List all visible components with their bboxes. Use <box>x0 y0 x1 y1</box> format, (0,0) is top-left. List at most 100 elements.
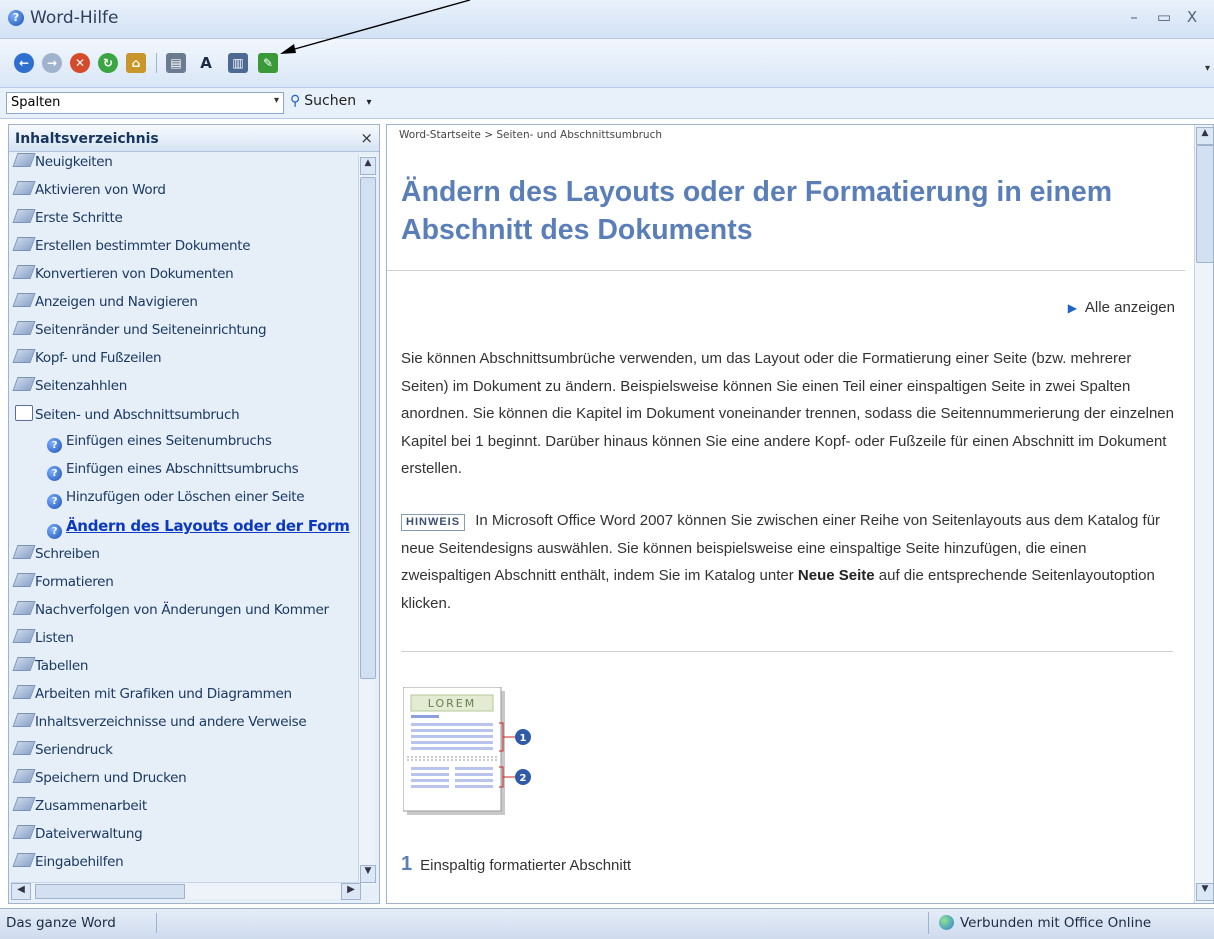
toc-chapter[interactable]: Tabellen <box>12 657 89 683</box>
toc-subtopic[interactable]: ? Ändern des Layouts oder der Form <box>47 517 350 543</box>
toc-chapter[interactable]: Seitenränder und Seiteneinrichtung <box>12 321 267 347</box>
toc-chapter[interactable]: Listen <box>12 629 74 655</box>
back-icon[interactable]: ← <box>14 53 34 73</box>
toc-chapter[interactable]: Seitenzahhlen <box>12 377 127 403</box>
toc-chapter[interactable]: Nachverfolgen von Änderungen und Kommer <box>12 601 329 627</box>
book-icon <box>12 293 36 307</box>
connection-status[interactable]: Verbunden mit Office Online <box>928 912 1211 934</box>
stop-icon[interactable]: ✕ <box>70 53 90 73</box>
pin-icon[interactable]: ✎ <box>258 53 278 73</box>
toc-vertical-scrollbar[interactable]: ▲ ▼ <box>358 155 376 885</box>
magnifier-icon: ⚲ <box>290 93 301 109</box>
scroll-thumb[interactable] <box>1196 145 1214 263</box>
layout-diagram-image: LOREM 1 2 <box>403 687 531 815</box>
callout-1: 1 <box>520 733 527 744</box>
callout-2: 2 <box>520 773 527 784</box>
maximize-button[interactable]: ▭ <box>1154 8 1174 26</box>
toc-chapter[interactable]: Kopf- und Fußzeilen <box>12 349 162 375</box>
toc-chapter[interactable]: Seiten- und Abschnittsumbruch <box>15 405 240 431</box>
toc-chapter[interactable]: Formatieren <box>12 573 114 599</box>
intro-paragraph: Sie können Abschnittsumbrüche verwenden,… <box>401 350 1174 477</box>
search-dropdown-icon[interactable]: ▾ <box>274 95 279 106</box>
toc-chapter[interactable]: Konvertieren von Dokumenten <box>12 265 234 291</box>
search-bar: ▾ ⚲Suchen ▾ <box>0 88 1214 119</box>
search-options-icon[interactable]: ▾ <box>367 97 372 108</box>
expand-triangle-icon: ▶ <box>1067 301 1077 315</box>
book-icon <box>12 629 36 643</box>
scroll-up-icon[interactable]: ▲ <box>360 157 376 175</box>
close-button[interactable]: X <box>1182 8 1202 26</box>
toc-chapter[interactable]: Arbeiten mit Grafiken und Diagrammen <box>12 685 292 711</box>
search-input[interactable] <box>7 93 255 111</box>
book-icon <box>12 797 36 811</box>
book-icon <box>12 769 36 783</box>
scroll-right-icon[interactable]: ▶ <box>341 883 361 900</box>
toc-horizontal-scrollbar[interactable]: ◀ ▶ <box>11 882 361 900</box>
show-all-link[interactable]: ▶ Alle anzeigen <box>1068 299 1175 316</box>
toc-subtopic[interactable]: ? Einfügen eines Seitenumbruchs <box>47 433 272 459</box>
help-topic-icon: ? <box>47 438 62 453</box>
toc-chapter[interactable]: Erste Schritte <box>12 209 123 235</box>
toc-item-label: Aktivieren von Word <box>35 182 166 198</box>
note-paragraph: HINWEIS In Microsoft Office Word 2007 kö… <box>401 507 1177 617</box>
toc-chapter[interactable]: Erstellen bestimmter Dokumente <box>12 237 251 263</box>
toc-chapter[interactable]: Speichern und Drucken <box>12 769 187 795</box>
toc-close-icon[interactable]: × <box>360 129 373 147</box>
toc-item-label: Eingabehilfen <box>35 854 124 870</box>
search-box[interactable]: ▾ <box>6 92 284 114</box>
note-tag: HINWEIS <box>401 514 466 531</box>
scroll-thumb-horizontal[interactable] <box>35 884 185 899</box>
book-icon <box>12 741 36 755</box>
book-icon <box>12 377 36 391</box>
print-icon[interactable]: ▤ <box>166 53 186 73</box>
refresh-icon[interactable]: ↻ <box>98 53 118 73</box>
toc-pane: Inhaltsverzeichnis × Neuigkeiten Aktivier… <box>8 124 380 904</box>
help-icon: ? <box>8 10 24 26</box>
toc-item-label: Tabellen <box>35 658 89 674</box>
caption-text: Einspaltig formatierter Abschnitt <box>420 857 632 874</box>
toc-chapter[interactable]: Zusammenarbeit <box>12 797 147 823</box>
scroll-down-icon[interactable]: ▼ <box>360 865 376 883</box>
toc-subtopic[interactable]: ? Einfügen eines Abschnittsumbruchs <box>47 461 299 487</box>
toc-item-label: Erste Schritte <box>35 210 123 226</box>
toc-item-label: Seitenränder und Seiteneinrichtung <box>35 322 267 338</box>
toc-chapter[interactable]: Schreiben <box>12 545 100 571</box>
search-scope-button[interactable]: Das ganze Word <box>6 913 157 933</box>
minimize-button[interactable]: – <box>1124 8 1144 26</box>
toc-item-label: Anzeigen und Navigieren <box>35 294 198 310</box>
toc-chapter[interactable]: Inhaltsverzeichnisse und andere Verweise <box>12 713 307 739</box>
toc-item-label: Dateiverwaltung <box>35 826 143 842</box>
search-button[interactable]: ⚲ Suchen ▾ <box>290 93 372 109</box>
toc-item-label: Neuigkeiten <box>35 154 113 170</box>
caption-number: 1 <box>401 853 413 875</box>
toc-chapter[interactable]: Aktivieren von Word <box>12 181 166 207</box>
home-icon[interactable]: ⌂ <box>126 53 146 73</box>
toc-chapter[interactable]: Dateiverwaltung <box>12 825 143 851</box>
scroll-thumb[interactable] <box>360 177 376 679</box>
toolbar-overflow-icon[interactable]: ▾ <box>1205 63 1210 74</box>
scroll-up-icon[interactable]: ▲ <box>1196 127 1214 145</box>
book-icon <box>12 601 36 615</box>
figure-caption: 1 Einspaltig formatierter Abschnitt <box>401 853 631 876</box>
toc-chapter[interactable]: Neuigkeiten <box>12 153 113 179</box>
toc-chapter[interactable]: Seriendruck <box>12 741 113 767</box>
book-icon <box>12 181 36 195</box>
scroll-down-icon[interactable]: ▼ <box>1196 883 1214 901</box>
toolbar: ← → ✕ ↻ ⌂ ▤ A ▥ ✎ ▾ <box>0 39 1214 88</box>
font-size-icon[interactable]: A <box>196 53 216 73</box>
toc-title: Inhaltsverzeichnis <box>15 131 159 147</box>
help-topic-icon: ? <box>47 494 62 509</box>
toc-item-label: Seitenzahhlen <box>35 378 127 394</box>
content-vertical-scrollbar[interactable]: ▲ ▼ <box>1194 125 1214 903</box>
forward-icon[interactable]: → <box>42 53 62 73</box>
toc-list: Neuigkeiten Aktivieren von Word Erste Schr… <box>9 153 359 873</box>
help-topic-icon: ? <box>47 524 62 539</box>
breadcrumb[interactable]: Word-Startseite > Seiten- und Abschnitts… <box>399 129 662 141</box>
toc-chapter[interactable]: Anzeigen und Navigieren <box>12 293 198 319</box>
scroll-left-icon[interactable]: ◀ <box>11 883 31 900</box>
toc-subtopic[interactable]: ? Hinzufügen oder Löschen einer Seite <box>47 489 305 515</box>
toc-chapter[interactable]: Eingabehilfen <box>12 853 124 873</box>
window-title: Word-Hilfe <box>30 8 119 28</box>
connection-status-label: Verbunden mit Office Online <box>960 915 1152 931</box>
toc-icon[interactable]: ▥ <box>228 53 248 73</box>
